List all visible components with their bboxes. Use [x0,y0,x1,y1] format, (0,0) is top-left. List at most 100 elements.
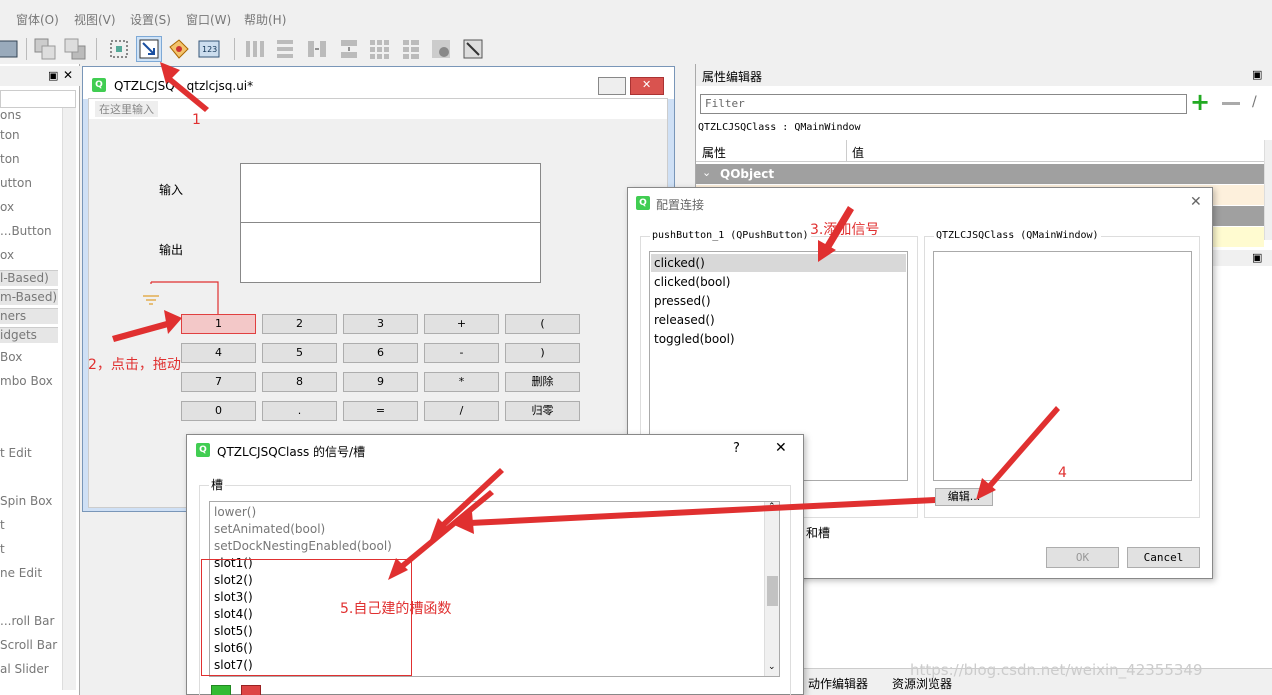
calc-button[interactable]: = [343,401,418,421]
menu-settings[interactable]: 设置(S) [130,11,171,28]
layout-vertical-icon[interactable] [272,36,298,62]
widget-category[interactable]: m-Based) [0,289,58,305]
minimize-button[interactable] [598,77,626,95]
layout-splitter-h-icon[interactable] [304,36,330,62]
list-item[interactable]: ton [0,152,20,166]
calc-button[interactable]: - [424,343,499,363]
list-item[interactable]: ne Edit [0,566,42,580]
help-icon[interactable]: ? [733,441,740,456]
layout-splitter-v-icon[interactable] [336,36,362,62]
calc-button[interactable]: 3 [343,314,418,334]
list-item[interactable]: setDockNestingEnabled(bool) [214,539,392,553]
list-item[interactable]: t [0,518,5,532]
edit-widgets-icon[interactable] [106,36,132,62]
list-item[interactable]: ton [0,128,20,142]
list-item[interactable]: clicked() [654,256,705,270]
edit-tab-order-icon[interactable]: 123 [196,36,222,62]
calc-button[interactable]: ( [505,314,580,334]
send-to-back-icon[interactable] [32,36,58,62]
widget-category[interactable]: ners [0,308,58,324]
calc-button[interactable]: 6 [343,343,418,363]
save-icon[interactable] [0,36,20,62]
calc-button[interactable]: 9 [343,372,418,392]
close-button[interactable]: ✕ [630,77,664,95]
layout-form-icon[interactable] [398,36,424,62]
menu-view[interactable]: 视图(V) [74,11,116,28]
chevron-up-icon[interactable]: ⌃ [768,502,776,512]
calc-button[interactable]: 删除 [505,372,580,392]
list-item[interactable]: ox [0,200,14,214]
list-item[interactable]: ox [0,248,14,262]
input-display[interactable] [240,163,541,223]
calc-button[interactable]: 7 [181,372,256,392]
chevron-down-icon[interactable]: ⌄ [768,662,776,672]
slot-list[interactable] [933,251,1192,481]
edit-buddies-icon[interactable] [166,36,192,62]
list-item[interactable]: Scroll Bar [0,638,57,652]
widget-category[interactable]: l-Based) [0,270,58,286]
edit-button[interactable]: 编辑... [935,488,993,506]
calc-button[interactable]: . [262,401,337,421]
close-icon[interactable]: ✕ [63,68,73,82]
edit-signals-slots-icon[interactable] [136,36,162,62]
menu-window[interactable]: 窗口(W) [186,11,231,28]
calc-button[interactable]: ) [505,343,580,363]
list-item[interactable]: setAnimated(bool) [214,522,325,536]
menu-help[interactable]: 帮助(H) [244,11,286,28]
calc-button[interactable]: 归零 [505,401,580,421]
property-group-row[interactable]: ⌄ QObject [696,164,1264,184]
remove-slot-button[interactable] [241,685,261,695]
list-item[interactable]: t Edit [0,446,32,460]
list-item[interactable]: mbo Box [0,374,53,388]
layout-grid-icon[interactable] [366,36,392,62]
adjust-size-icon[interactable] [460,36,486,62]
remove-icon[interactable] [1222,102,1240,105]
calc-button[interactable]: 4 [181,343,256,363]
list-item[interactable]: released() [654,313,715,327]
list-item[interactable]: Box [0,350,22,364]
bring-to-front-icon[interactable] [62,36,88,62]
add-slot-button[interactable] [211,685,231,695]
list-item[interactable]: lower() [214,505,256,519]
scrollbar-thumb[interactable] [767,576,778,606]
break-layout-icon[interactable] [428,36,454,62]
slot-list-scrollbar[interactable]: ⌃ ⌄ [764,502,779,676]
close-icon[interactable]: ✕ [775,440,787,456]
calc-button[interactable]: / [424,401,499,421]
menu-placeholder[interactable]: 在这里输入 [95,101,158,117]
float-icon[interactable]: ▣ [1252,251,1262,264]
calc-button[interactable]: 5 [262,343,337,363]
calc-button[interactable]: 1 [181,314,256,334]
float-icon[interactable]: ▣ [1252,68,1262,81]
calc-button[interactable]: * [424,372,499,392]
float-icon[interactable]: ▣ [48,69,58,82]
property-scrollbar[interactable] [1264,140,1272,240]
output-display[interactable] [240,222,541,283]
close-icon[interactable]: ✕ [1190,194,1202,210]
calc-button[interactable]: + [424,314,499,334]
list-item[interactable]: toggled(bool) [654,332,735,346]
tab-action-editor[interactable]: 动作编辑器 [808,675,868,692]
list-item[interactable]: ...Button [0,224,52,238]
add-icon[interactable]: + [1190,90,1210,114]
widget-filter-input[interactable] [0,90,76,108]
list-item[interactable]: t [0,542,5,556]
ok-button[interactable]: OK [1046,547,1119,568]
cancel-button[interactable]: Cancel [1127,547,1200,568]
layout-horizontal-icon[interactable] [242,36,268,62]
list-item[interactable]: Spin Box [0,494,52,508]
configure-icon[interactable]: / [1252,94,1257,110]
calc-button[interactable]: 8 [262,372,337,392]
calc-button[interactable]: 0 [181,401,256,421]
widget-category[interactable]: idgets [0,327,58,343]
calc-button[interactable]: 2 [262,314,337,334]
list-item[interactable]: clicked(bool) [654,275,730,289]
menu-form[interactable]: 窗体(O) [16,11,59,28]
list-item[interactable]: ...roll Bar [0,614,54,628]
filter-input[interactable]: Filter [700,94,1187,114]
list-item[interactable]: utton [0,176,32,190]
list-item[interactable]: pressed() [654,294,711,308]
list-item[interactable]: ons [0,108,21,122]
widget-box-scrollbar[interactable] [62,108,76,690]
list-item[interactable]: al Slider [0,662,49,676]
